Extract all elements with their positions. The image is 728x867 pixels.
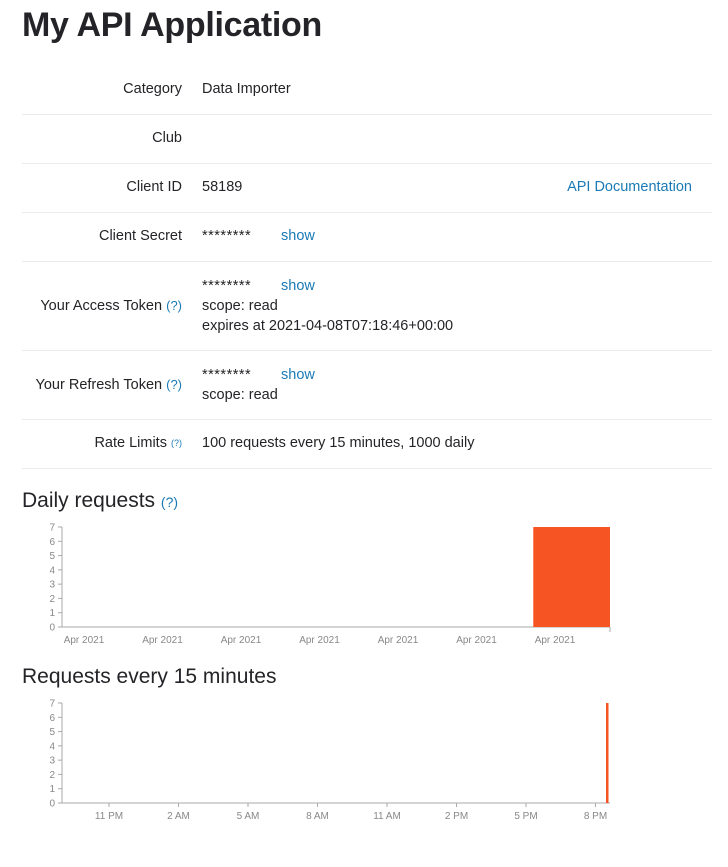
client-id-label: Client ID <box>126 179 182 195</box>
client-secret-value: ******** <box>202 228 252 244</box>
daily-bar <box>533 527 610 627</box>
q15-y-tick-label: 1 <box>49 784 55 795</box>
daily-y-tick-label: 4 <box>49 565 55 576</box>
daily-x-tick-label: Apr 2021 <box>221 635 262 646</box>
access-token-scope: scope: read <box>202 298 278 314</box>
category-value: Data Importer <box>202 81 291 97</box>
row-refresh-token: Your Refresh Token (?) ******** show sco… <box>22 351 712 420</box>
access-token-help-icon[interactable]: (?) <box>166 298 182 313</box>
daily-x-tick-label: Apr 2021 <box>64 635 105 646</box>
api-documentation-link[interactable]: API Documentation <box>567 177 692 197</box>
q15-x-tick-label: 5 PM <box>514 811 537 822</box>
q15-y-tick-label: 2 <box>49 770 55 781</box>
daily-requests-help-icon[interactable]: (?) <box>161 494 178 510</box>
refresh-token-show-link[interactable]: show <box>281 367 315 383</box>
access-token-label: Your Access Token <box>40 298 163 314</box>
club-label: Club <box>152 130 182 146</box>
rate-limits-help-icon[interactable]: (?) <box>171 438 182 448</box>
row-category: Category Data Importer <box>22 65 712 115</box>
application-details: Category Data Importer Club Client ID 58… <box>22 65 712 469</box>
daily-y-tick-label: 1 <box>49 608 55 619</box>
daily-y-tick-label: 0 <box>49 623 55 634</box>
requests-15min-title: Requests every 15 minutes <box>22 665 277 688</box>
rate-limits-value: 100 requests every 15 minutes, 1000 dail… <box>202 435 475 451</box>
q15-y-tick-label: 5 <box>49 727 55 738</box>
q15-y-tick-label: 4 <box>49 741 55 752</box>
daily-requests-chart: 0 1 2 3 4 5 6 7 Apr 2021 Apr 2021 Apr 2021 Apr 2021… <box>49 523 611 646</box>
q15-x-tick-label: 5 AM <box>237 811 260 822</box>
daily-x-tick-label: Apr 2021 <box>456 635 497 646</box>
row-client-secret: Client Secret ******** show <box>22 213 712 262</box>
daily-x-tick-label: Apr 2021 <box>535 635 576 646</box>
client-secret-show-link[interactable]: show <box>281 228 315 244</box>
daily-requests-title: Daily requests <box>22 489 156 512</box>
daily-y-tick-label: 7 <box>49 523 55 534</box>
category-label: Category <box>123 81 182 97</box>
q15-y-tick-label: 0 <box>49 799 55 810</box>
q15-bar <box>606 703 609 803</box>
page-title: My API Application <box>22 6 322 44</box>
access-token-value: ******** <box>202 278 252 294</box>
daily-x-tick-label: Apr 2021 <box>142 635 183 646</box>
refresh-token-help-icon[interactable]: (?) <box>166 377 182 392</box>
daily-x-tick-label: Apr 2021 <box>378 635 419 646</box>
daily-y-tick-label: 3 <box>49 580 55 591</box>
q15-x-tick-label: 2 AM <box>167 811 190 822</box>
access-token-expires: expires at 2021-04-08T07:18:46+00:00 <box>202 318 454 334</box>
access-token-show-link[interactable]: show <box>281 278 315 294</box>
q15-x-tick-label: 2 PM <box>445 811 468 822</box>
q15-x-tick-label: 11 AM <box>373 811 401 822</box>
q15-x-tick-label: 8 PM <box>584 811 607 822</box>
q15-y-tick-label: 3 <box>49 756 55 767</box>
client-secret-label: Client Secret <box>98 228 182 244</box>
daily-y-tick-label: 2 <box>49 594 55 605</box>
refresh-token-value: ******** <box>202 367 252 383</box>
q15-x-tick-label: 11 PM <box>95 811 123 822</box>
q15-y-tick-label: 7 <box>49 699 55 710</box>
daily-y-tick-label: 5 <box>49 551 55 562</box>
daily-x-tick-label: Apr 2021 <box>299 635 340 646</box>
refresh-token-scope: scope: read <box>202 387 278 403</box>
row-access-token: Your Access Token (?) ******** show scop… <box>22 262 712 351</box>
row-client-id: Client ID 58189 API Documentation <box>22 164 712 213</box>
refresh-token-label: Your Refresh Token <box>35 377 163 393</box>
daily-y-tick-label: 6 <box>49 537 55 548</box>
requests-15min-chart: 0 1 2 3 4 5 6 7 11 PM 2 AM 5 AM 8 AM 11 AM 2 PM 5 PM 8 … <box>49 699 610 822</box>
q15-x-tick-label: 8 AM <box>306 811 329 822</box>
rate-limits-label: Rate Limits <box>94 435 167 451</box>
row-club: Club <box>22 115 712 164</box>
q15-y-tick-label: 6 <box>49 713 55 724</box>
row-rate-limits: Rate Limits (?) 100 requests every 15 mi… <box>22 420 712 469</box>
